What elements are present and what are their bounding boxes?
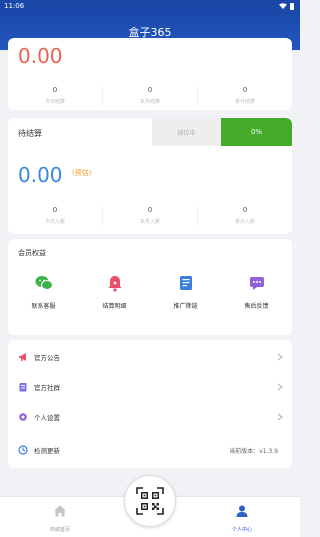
menu-label: 官方社群: [34, 384, 60, 392]
wechat-icon: [34, 273, 54, 293]
benefits-title: 会员权益: [18, 249, 46, 257]
status-icons: [279, 2, 294, 10]
home-icon: [54, 505, 66, 517]
pending-title: 待结算: [18, 129, 42, 138]
benefit-label: 联系客服: [31, 303, 56, 310]
pending-card: 待结算 排位中 0% 0.00 (预估) 0 今日入账 0 本月入账 0 累计入…: [8, 118, 292, 234]
stat-value: 0: [242, 206, 248, 214]
benefit-label: 结算明细: [102, 303, 127, 310]
benefit-promotion-link[interactable]: 推广降链: [150, 273, 221, 310]
status-time: 11:06: [4, 2, 25, 10]
chevron-right-icon: [276, 383, 284, 391]
stat-value: 0: [52, 206, 58, 214]
menu-label: 个人设置: [34, 414, 60, 422]
document-icon: [176, 273, 196, 293]
stat-today-settled: 0 今日结算: [8, 86, 102, 105]
refresh-icon: [18, 445, 28, 455]
stat-label: 本月入账: [139, 219, 160, 225]
settled-amount: 0.00: [18, 44, 63, 68]
status-bar: 11:06: [0, 0, 300, 12]
battery-icon: [290, 2, 294, 10]
stat-month-income: 0 本月入账: [102, 206, 197, 225]
estimate-label: (预估): [72, 169, 92, 177]
stat-label: 累计结算: [234, 99, 255, 105]
stat-month-settled: 0 本月结算: [102, 86, 197, 105]
qr-code-icon: [136, 487, 164, 515]
nav-home[interactable]: 商城首页: [30, 503, 90, 533]
menu-item-community[interactable]: 官方社群: [8, 374, 292, 400]
megaphone-icon: [18, 352, 28, 362]
tab-progress[interactable]: 0%: [221, 118, 292, 146]
bell-icon: [105, 273, 125, 293]
stat-value: 0: [147, 206, 153, 214]
qr-scan-button[interactable]: [124, 475, 176, 527]
wifi-icon: [279, 3, 287, 9]
stat-value: 0: [147, 86, 153, 94]
stat-value: 0: [52, 86, 58, 94]
benefit-label: 推广降链: [173, 303, 198, 310]
tab-ranking[interactable]: 排位中: [152, 118, 221, 146]
stat-today-income: 0 今日入账: [8, 206, 102, 225]
stat-label: 今日结算: [44, 99, 65, 105]
gear-icon: [18, 412, 28, 422]
menu-item-announcement[interactable]: 官方公告: [8, 344, 292, 370]
stat-label: 累计入账: [234, 219, 255, 225]
earnings-stats: 0 今日结算 0 本月结算 0 累计结算: [8, 86, 292, 105]
menu-label: 检测更新: [34, 447, 60, 455]
benefits-grid: 联系客服 结算明细 推广降链 售后反馈: [8, 273, 292, 310]
stat-total-settled: 0 累计结算: [197, 86, 292, 105]
stat-label: 今日入账: [44, 219, 65, 225]
stat-value: 0: [242, 86, 248, 94]
pending-tabs: 排位中 0%: [152, 118, 292, 146]
benefit-settlement-detail[interactable]: 结算明细: [79, 273, 150, 310]
menu-item-check-update[interactable]: 检测更新 当前版本：v1.3.9: [8, 437, 292, 463]
chevron-right-icon: [276, 353, 284, 361]
benefit-contact-service[interactable]: 联系客服: [8, 273, 79, 310]
nav-home-label: 商城首页: [49, 527, 70, 533]
stat-total-income: 0 累计入账: [197, 206, 292, 225]
current-version: 当前版本：v1.3.9: [229, 447, 278, 455]
nav-personal-center[interactable]: 个人中心: [212, 503, 272, 533]
stat-label: 本月结算: [139, 99, 160, 105]
group-icon: [18, 382, 28, 392]
benefit-after-sales[interactable]: 售后反馈: [221, 273, 292, 310]
settings-menu: 官方公告 官方社群 个人设置 检测更新 当前版本：v1.3.9: [8, 340, 292, 468]
benefit-label: 售后反馈: [244, 303, 269, 310]
message-icon: [247, 273, 267, 293]
user-icon: [236, 505, 248, 517]
chevron-right-icon: [276, 413, 284, 421]
pending-amount: 0.00: [18, 163, 63, 187]
pending-stats: 0 今日入账 0 本月入账 0 累计入账: [8, 206, 292, 225]
menu-label: 官方公告: [34, 354, 60, 362]
member-benefits-card: 会员权益 联系客服 结算明细 推广降链 售后反馈: [8, 239, 292, 335]
earnings-card: 0.00 0 今日结算 0 本月结算 0 累计结算: [8, 38, 292, 110]
nav-me-label: 个人中心: [231, 527, 252, 533]
menu-item-personal-settings[interactable]: 个人设置: [8, 404, 292, 430]
